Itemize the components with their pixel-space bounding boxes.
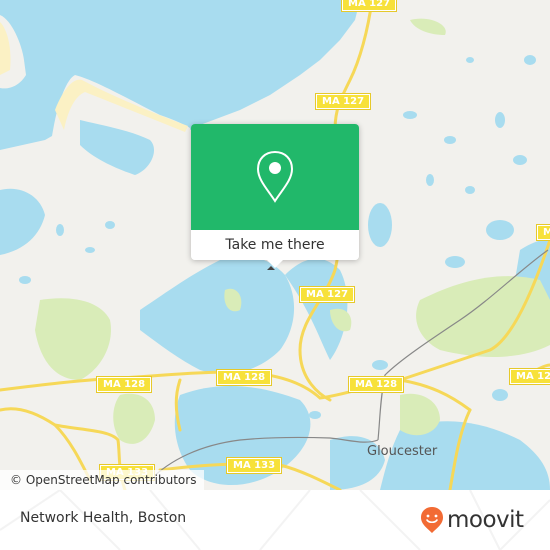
- road-label-ma127: MA 127: [298, 286, 356, 303]
- park-2: [113, 393, 155, 444]
- moovit-smile-pin-icon: [421, 507, 443, 533]
- popup-header: [191, 124, 359, 230]
- town-label-gloucester: Gloucester: [367, 444, 438, 459]
- road-label-ma127: MA 127: [314, 93, 372, 110]
- moovit-wordmark: moovit: [447, 507, 524, 533]
- popup-tail: [267, 260, 283, 268]
- road-label-ma128: MA 128: [215, 369, 273, 386]
- river-water: [140, 255, 295, 374]
- road-label-ma127: MA 127: [535, 224, 550, 241]
- map[interactable]: MA 127 MA 127 MA 127 MA 127 MA 128 MA 12…: [0, 0, 550, 490]
- road-label-ma127: MA 127: [508, 368, 550, 385]
- park-3: [416, 276, 550, 357]
- footer: Network Health, Boston moovit: [0, 490, 550, 550]
- road-label-ma127: MA 127: [340, 0, 398, 12]
- park-1: [35, 298, 111, 380]
- moovit-logo[interactable]: moovit: [420, 506, 524, 534]
- park-4: [400, 393, 440, 436]
- road-label-ma128: MA 128: [95, 376, 153, 393]
- map-pin-icon: [256, 150, 294, 203]
- park-7: [410, 18, 446, 35]
- map-attribution[interactable]: © OpenStreetMap contributors: [0, 470, 205, 490]
- location-popup: Take me there: [191, 124, 359, 268]
- road-label-ma128: MA 128: [347, 376, 405, 393]
- take-me-there-button[interactable]: Take me there: [191, 230, 359, 260]
- road-label-ma133: MA 133: [225, 457, 283, 474]
- attribution-text: © OpenStreetMap contributors: [10, 473, 197, 487]
- place-name: Network Health, Boston: [20, 510, 187, 526]
